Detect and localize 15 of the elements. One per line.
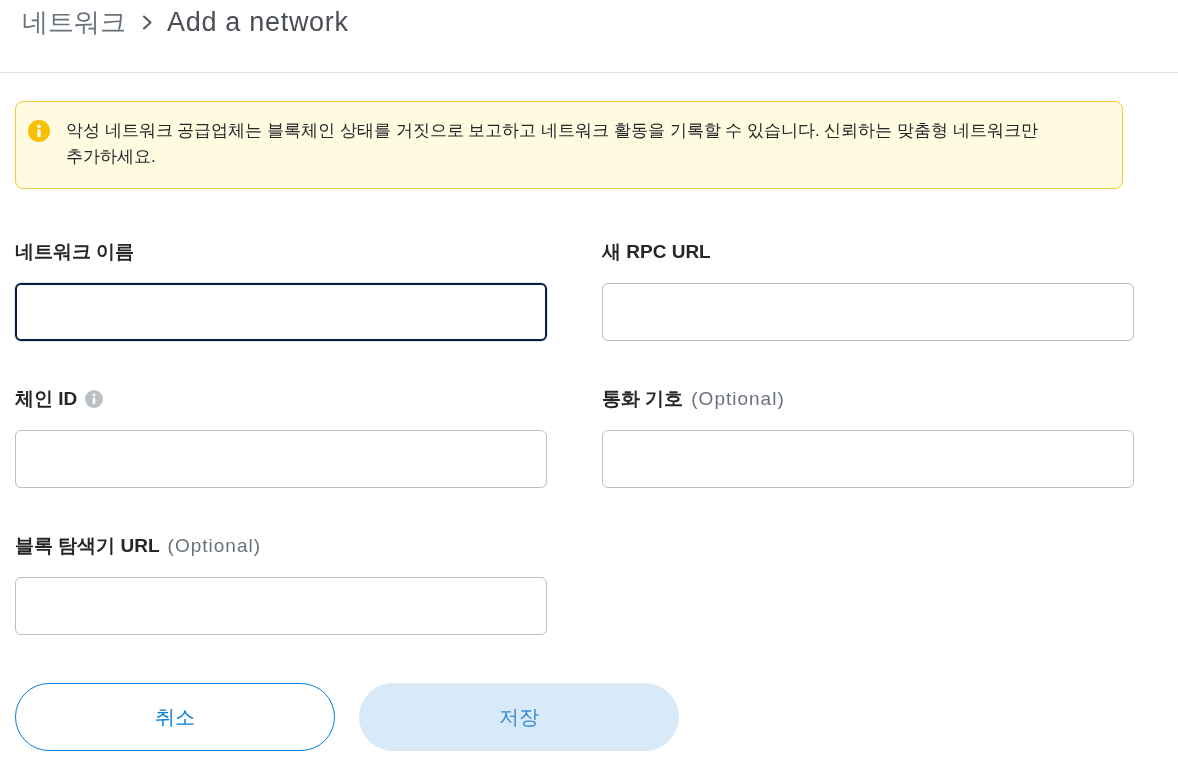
field-label: 통화 기호 [602,386,684,411]
info-icon[interactable] [85,390,104,408]
field-label: 네트워크 이름 [15,239,135,264]
field-label: 블록 탐색기 URL [15,533,160,558]
optional-hint: (Optional) [691,386,785,411]
breadcrumb-link[interactable]: 네트워크 [22,4,126,40]
optional-hint: (Optional) [167,533,262,558]
field-label: 새 RPC URL [602,239,711,264]
info-icon [28,120,50,142]
field-label: 체인 ID [15,386,78,411]
chevron-right-icon [142,14,153,30]
cancel-button[interactable]: 취소 [15,683,335,751]
input-field[interactable] [15,283,547,341]
page-title: Add a network [167,6,349,39]
warning-text: 악성 네트워크 공급업체는 블록체인 상태를 거짓으로 보고하고 네트워크 활동을 기록할 수 있습니다. 신뢰하는 맞춤형 네트워크만 추가하세요. [66,120,1039,168]
